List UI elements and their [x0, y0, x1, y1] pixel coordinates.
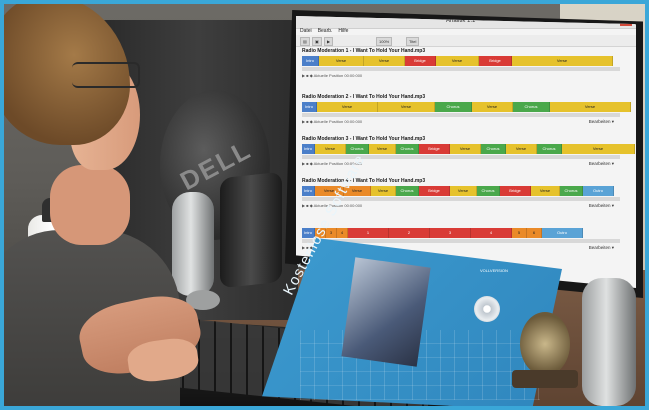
song-segment[interactable]: Chorus	[346, 144, 369, 154]
song-segment[interactable]: Chorus	[513, 102, 550, 112]
song-segment[interactable]: 2	[389, 228, 430, 238]
song-segment[interactable]: Outro	[542, 228, 583, 238]
song-segment[interactable]: Verse	[562, 144, 635, 154]
right-speaker	[582, 278, 636, 406]
song-segment[interactable]: Chorus	[560, 186, 583, 196]
song-segment[interactable]: 5	[512, 228, 527, 238]
song-segment[interactable]: Verse	[472, 102, 513, 112]
song-segment[interactable]: Verse	[371, 186, 396, 196]
song-segment[interactable]: Verse	[531, 186, 560, 196]
song-segment[interactable]: Verse	[317, 102, 378, 112]
timeline-ruler	[302, 197, 620, 201]
person-neck	[50, 165, 130, 245]
song-segment[interactable]: Verse	[506, 144, 537, 154]
song-segment[interactable]: 4	[471, 228, 512, 238]
song-segment[interactable]: Bridge	[479, 56, 512, 66]
song-segment[interactable]: 4	[337, 228, 348, 238]
segment-lane: Intro 2 3 4 1 2 3 4 5 6 Outro	[302, 228, 583, 238]
menu-item-hilfe[interactable]: Hilfe	[338, 28, 348, 34]
menu-bar: Datei Bearb. Hilfe	[300, 28, 348, 34]
song-segment[interactable]: Bridge	[419, 186, 450, 196]
toolbar: ▤ ▣ ▶ 100% Titel	[296, 35, 636, 47]
menu-item-bearb[interactable]: Bearb.	[318, 28, 333, 34]
photo-scene: DELL Analitik 1.1 ✕ Datei Bearb. Hilfe ▤…	[0, 0, 649, 410]
timeline-ruler	[302, 113, 620, 117]
save-icon[interactable]: ▣	[312, 37, 322, 46]
software-box-photo	[341, 257, 431, 367]
song-segment[interactable]: Verse	[315, 144, 346, 154]
song-segment[interactable]: 6	[527, 228, 542, 238]
song-segment[interactable]: Chorus	[481, 144, 506, 154]
song-segment[interactable]: 3	[430, 228, 471, 238]
title-select[interactable]: Titel	[406, 37, 420, 46]
song-segment[interactable]: Verse	[450, 186, 477, 196]
timeline-ruler	[302, 67, 620, 71]
segment-lane: Intro Verse Verse Bridge Verse Bridge Verse	[302, 56, 613, 66]
song-segment[interactable]: Verse	[369, 144, 396, 154]
playback-controls[interactable]: ▶ ■ ◆ Aktuelle Position 00:00:000	[302, 73, 362, 78]
song-segment[interactable]: Outro	[583, 186, 614, 196]
song-segment[interactable]: Bridge	[419, 144, 450, 154]
left-speaker	[172, 192, 214, 296]
song-segment[interactable]: Intro	[302, 144, 315, 154]
song-title: Radio Moderation 2 - I Want To Hold Your…	[302, 94, 426, 100]
software-box-brand: VOLLVERSION	[480, 268, 508, 273]
desk-ornament	[520, 312, 570, 376]
song-segment[interactable]: Chorus	[477, 186, 500, 196]
song-title: Radio Moderation 4 - I Want To Hold Your…	[302, 178, 426, 184]
play-icon[interactable]: ▶	[324, 37, 334, 46]
segment-lane: Intro Verse Verse Chorus Verse Chorus Verse	[302, 102, 631, 112]
song-segment[interactable]: Verse	[550, 102, 631, 112]
song-segment[interactable]: Verse	[512, 56, 613, 66]
song-segment[interactable]: 1	[348, 228, 389, 238]
song-segment[interactable]: Verse	[364, 56, 405, 66]
edit-button[interactable]: Bearbeiten ▾	[589, 245, 614, 251]
song-segment[interactable]: Intro	[302, 56, 319, 66]
edit-button[interactable]: Bearbeiten ▾	[589, 119, 614, 125]
song-segment[interactable]: Bridge	[500, 186, 531, 196]
song-segment[interactable]: Verse	[450, 144, 481, 154]
desk-ornament-base	[512, 370, 578, 388]
song-segment[interactable]: Chorus	[537, 144, 562, 154]
person-glasses	[72, 62, 140, 88]
edit-button[interactable]: Bearbeiten ▾	[589, 161, 614, 167]
song-title: Radio Moderation 3 - I Want To Hold Your…	[302, 136, 426, 142]
song-segment[interactable]: Intro	[302, 102, 317, 112]
song-segment[interactable]: Verse	[319, 56, 364, 66]
song-segment[interactable]: Chorus	[396, 144, 419, 154]
song-segment[interactable]: Verse	[436, 56, 479, 66]
edit-button[interactable]: Bearbeiten ▾	[589, 203, 614, 209]
song-segment[interactable]: Bridge	[405, 56, 436, 66]
song-segment[interactable]: Verse	[378, 102, 435, 112]
router-device	[220, 171, 282, 289]
cd-disc-icon	[474, 296, 500, 322]
zoom-select[interactable]: 100%	[376, 37, 393, 46]
song-segment[interactable]: Intro	[302, 186, 315, 196]
menu-item-datei[interactable]: Datei	[300, 28, 312, 34]
song-segment[interactable]: Chorus	[435, 102, 472, 112]
song-title: Radio Moderation 1 - I Want To Hold Your…	[302, 48, 426, 54]
playback-controls[interactable]: ▶ ■ ◆ Aktuelle Position 00:00:000	[302, 119, 362, 124]
song-segment[interactable]: Chorus	[396, 186, 419, 196]
open-icon[interactable]: ▤	[300, 37, 310, 46]
